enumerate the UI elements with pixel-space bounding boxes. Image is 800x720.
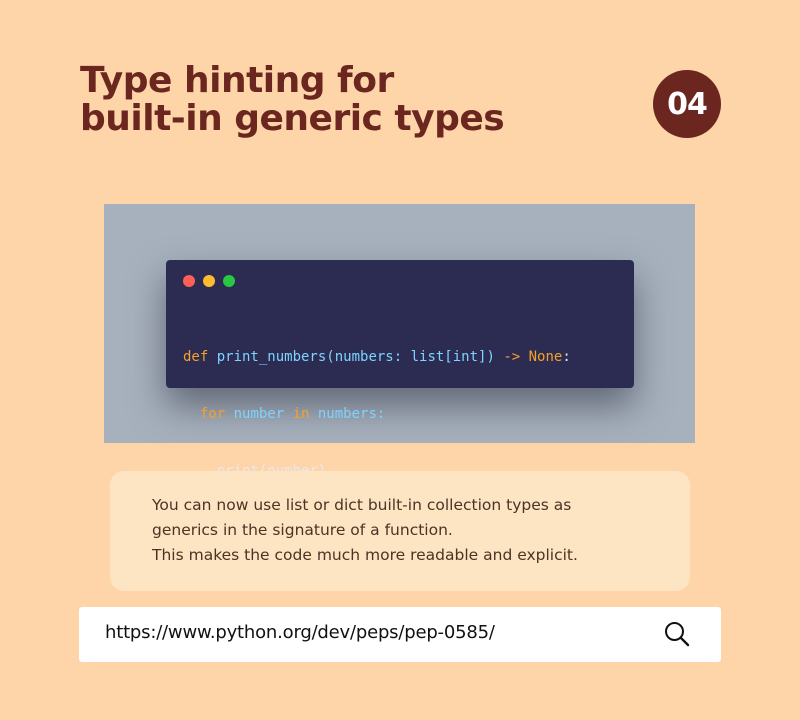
code-window: def print_numbers(numbers: list[int]) ->… <box>166 260 634 479</box>
url-search-bar[interactable]: https://www.python.org/dev/peps/pep-0585… <box>79 607 721 662</box>
close-dot-icon <box>183 275 195 287</box>
code-line-1: def print_numbers(numbers: list[int]) ->… <box>183 348 571 367</box>
minimize-dot-icon <box>203 275 215 287</box>
maximize-dot-icon <box>223 275 235 287</box>
code-params: (numbers: list[int]) <box>326 349 504 365</box>
code-var: number <box>225 406 293 422</box>
code-arrow: -> <box>503 349 521 365</box>
description-text: You can now use list or dict built-in co… <box>152 493 662 568</box>
code-colon: : <box>562 349 571 365</box>
code-rest: numbers: <box>309 406 386 422</box>
search-icon[interactable] <box>662 619 692 649</box>
title-line-2: built-in generic types <box>80 98 505 139</box>
window-controls <box>183 275 235 287</box>
description-line-1: You can now use list or dict built-in co… <box>152 496 572 514</box>
code-line-2: for number in numbers: <box>183 405 571 424</box>
title-line-1: Type hinting for <box>80 60 394 101</box>
description-line-3: This makes the code much more readable a… <box>152 546 578 564</box>
code-keyword-for: for <box>199 406 226 422</box>
code-keyword-none: None <box>528 349 563 365</box>
page-title: Type hinting for built-in generic types <box>80 62 600 138</box>
slide-number-badge: 04 <box>653 70 721 138</box>
description-box: You can now use list or dict built-in co… <box>110 471 690 591</box>
code-screenshot-frame: def print_numbers(numbers: list[int]) ->… <box>104 204 695 479</box>
description-line-2: generics in the signature of a function. <box>152 521 453 539</box>
code-function-name: print_numbers <box>216 349 327 365</box>
url-text[interactable]: https://www.python.org/dev/peps/pep-0585… <box>105 622 495 643</box>
code-keyword-def: def <box>183 349 217 365</box>
code-keyword-in: in <box>292 406 310 422</box>
